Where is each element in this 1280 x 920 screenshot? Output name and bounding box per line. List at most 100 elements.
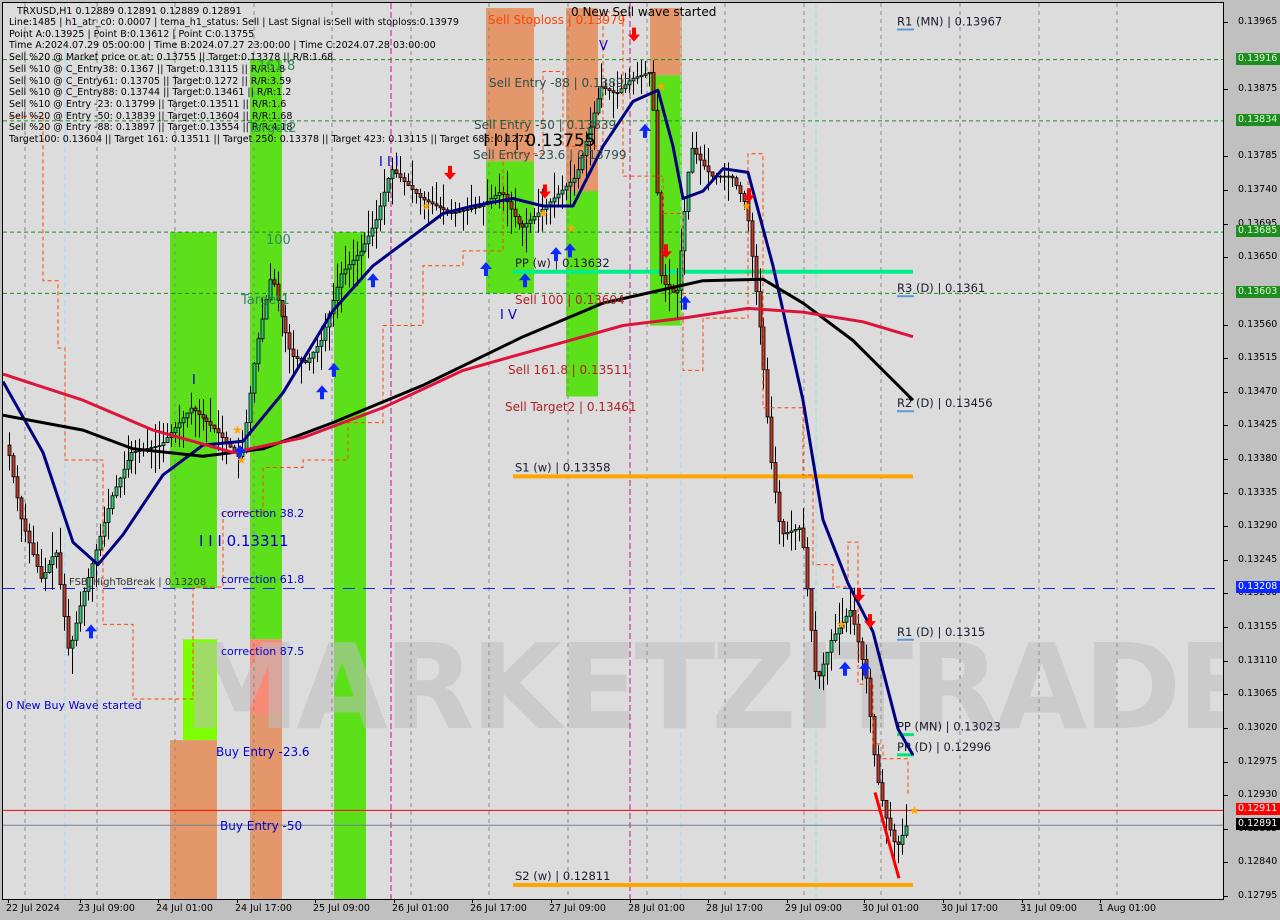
candle-body	[813, 629, 818, 672]
price-tick-label: 0.13290	[1238, 520, 1278, 532]
candle-body	[635, 76, 640, 79]
candle-body	[153, 446, 158, 448]
candle-body	[315, 345, 320, 353]
watermark: MARKETZITRADE	[183, 618, 1223, 756]
candle-body	[197, 410, 202, 415]
price-tick-label: 0.13335	[1238, 486, 1278, 498]
candle-body	[173, 427, 178, 434]
buy-entry-50-label: Buy Entry -50	[220, 819, 303, 833]
zone-green	[334, 232, 366, 899]
time-tick-label: 27 Jul 09:00	[549, 903, 606, 914]
time-tick-label: 29 Jul 09:00	[785, 903, 842, 914]
candle-body	[493, 195, 498, 200]
candle-body	[339, 273, 344, 288]
candle-body	[181, 417, 186, 424]
candle-body	[110, 495, 115, 510]
time-tick-mark	[158, 899, 159, 903]
candle-body	[165, 437, 170, 443]
candle-body	[572, 177, 577, 183]
star-marker-icon: ★	[836, 617, 847, 631]
price-tick-mark	[1224, 526, 1228, 528]
time-tick-mark	[80, 899, 81, 903]
candle-body	[208, 421, 213, 426]
candle-body	[860, 641, 865, 661]
price-tick-mark	[1224, 862, 1228, 864]
zone-green	[250, 59, 282, 640]
candle-body	[528, 219, 533, 224]
candle-body	[15, 476, 20, 499]
buy-entry-23-label: Buy Entry -23.6	[216, 745, 310, 759]
candle-body	[410, 185, 415, 190]
weekly-level-label: PP (w) | 0.13632	[515, 256, 610, 270]
sell-entry-50-label: Sell Entry -50 | 0.13839	[474, 118, 617, 132]
price-axis[interactable]: 0.13965 0.13875 0.13785 0.13740 0.13695 0.136…	[1224, 0, 1280, 901]
correction-38-label: correction 38.2	[221, 507, 305, 520]
candle-body	[355, 255, 360, 261]
candle-body	[457, 211, 462, 213]
candle-body	[201, 414, 206, 419]
candle-body	[896, 841, 901, 845]
fib-161-label: 161.8	[258, 59, 296, 74]
candle-body	[291, 348, 296, 358]
candle-body	[718, 175, 723, 178]
time-tick-mark	[943, 899, 944, 903]
time-tick-mark	[472, 899, 473, 903]
candle-body	[78, 605, 83, 624]
candle-body	[726, 175, 731, 178]
candle-body	[738, 185, 743, 194]
candle-body	[750, 220, 755, 257]
sell-target2-label: Sell Target2 | 0.13461	[505, 400, 637, 414]
candle-body	[900, 834, 905, 845]
candle-body	[876, 754, 881, 784]
time-tick-label: 28 Jul 01:00	[628, 903, 685, 914]
candle-body	[90, 563, 95, 578]
price-tick-label: 0.13020	[1238, 721, 1278, 733]
candle-body	[659, 192, 664, 276]
candle-body	[382, 191, 387, 207]
candle-body	[7, 444, 12, 457]
candle-body	[880, 782, 885, 801]
chart-plot-area[interactable]: MARKETZITRADE PP (w) | 0.13632 S1 (w) | 0.…	[2, 2, 1224, 900]
candle-body	[631, 77, 636, 82]
candle-body	[303, 360, 308, 363]
candle-body	[833, 633, 838, 641]
star-marker-icon: ★	[741, 199, 752, 213]
info-line: Time A:2024.07.29 05:00:00 | Time B:2024…	[9, 40, 436, 52]
candle-body	[793, 529, 798, 532]
candle-body	[347, 264, 352, 270]
price-tag: 0.13834	[1236, 113, 1280, 126]
candle-body	[821, 663, 826, 677]
candle-body	[212, 424, 217, 430]
candle-body	[686, 171, 691, 212]
candle-body	[307, 357, 312, 363]
weekly-level-label: S1 (w) | 0.13358	[515, 460, 610, 474]
candle-body	[789, 530, 794, 533]
time-tick-label: 25 Jul 09:00	[313, 903, 370, 914]
price-tick-label: 0.13110	[1238, 654, 1278, 666]
candle-body	[781, 521, 786, 535]
price-tick-mark	[1224, 795, 1228, 797]
candle-body	[343, 268, 348, 275]
candle-body	[114, 486, 119, 497]
candle-body	[639, 74, 644, 78]
price-tag: 0.13208	[1236, 581, 1280, 594]
time-axis[interactable]: 22 Jul 2024 23 Jul 09:00 24 Jul 01:00 24 Ju…	[0, 899, 1224, 920]
candle-body	[204, 417, 209, 423]
candle-body	[568, 181, 573, 187]
candle-body	[386, 178, 391, 193]
price-tick-mark	[1224, 694, 1228, 696]
candle-body	[149, 447, 154, 449]
candle-body	[370, 227, 375, 237]
candle-body	[414, 189, 419, 194]
candle-body	[773, 462, 778, 493]
price-tick-label: 0.13380	[1238, 453, 1278, 464]
candle-body	[809, 588, 814, 631]
candle-body	[11, 455, 16, 478]
info-line: Sell %10 @ Entry -23: 0.13799 || Target:…	[9, 98, 287, 110]
candle-body	[497, 192, 502, 197]
candle-body	[283, 316, 288, 334]
new-buy-wave-label: 0 New Buy Wave started	[6, 699, 142, 712]
candle-body	[161, 442, 166, 446]
candle-body	[366, 235, 371, 245]
buy-arrow-icon	[85, 624, 97, 639]
